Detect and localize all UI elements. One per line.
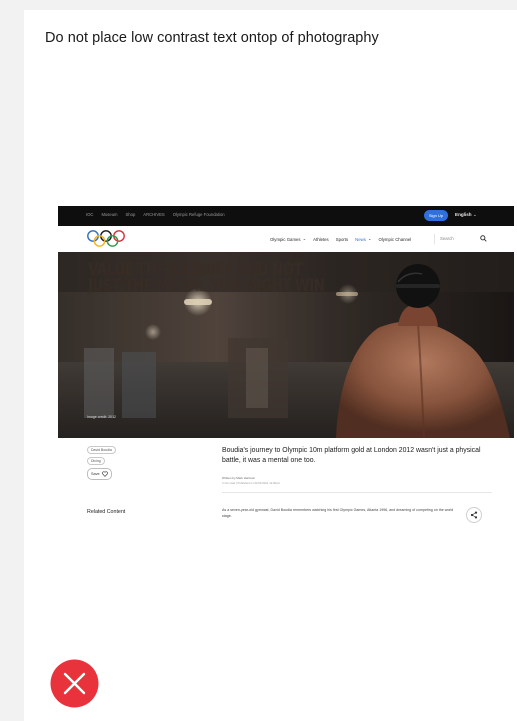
hero-credit: Image credit: 2012 xyxy=(87,415,116,419)
save-button[interactable]: Save xyxy=(87,468,112,480)
article-tags: David Boudia Diving Save xyxy=(87,446,116,480)
utility-bar: IOC Museum Shop ARCHIVES Olympic Refuge … xyxy=(58,206,514,226)
hero-headline: VALUE THE JOURNEY AND NOT JUST THE MEDAL… xyxy=(88,260,325,295)
olympic-rings-logo[interactable] xyxy=(86,229,126,249)
related-content-heading: Related Content xyxy=(87,509,126,515)
article-byline: Written by Mark Harrison xyxy=(222,476,256,480)
nav-item-olympic-games[interactable]: Olympic Games xyxy=(270,237,301,242)
utility-link[interactable]: Museum xyxy=(101,212,117,217)
nav-item-sports[interactable]: Sports xyxy=(336,237,348,242)
chevron-down-icon: ⌄ xyxy=(367,236,372,241)
divider xyxy=(222,492,492,493)
signup-button[interactable]: Sign Up xyxy=(424,210,448,221)
nav-items: Olympic Games ⌄ Athletes Sports News ⌄ O… xyxy=(270,236,411,242)
share-button[interactable] xyxy=(466,507,482,523)
search-placeholder: Search xyxy=(440,236,454,241)
main-nav: Olympic Games ⌄ Athletes Sports News ⌄ O… xyxy=(58,226,514,253)
utility-link[interactable]: ARCHIVES xyxy=(143,212,164,217)
guideline-caption: Do not place low contrast text ontop of … xyxy=(45,30,379,46)
tag-chip[interactable]: Diving xyxy=(87,457,105,465)
language-selector[interactable]: English xyxy=(455,212,477,218)
chevron-down-icon: ⌄ xyxy=(302,236,307,241)
nav-item-athletes[interactable]: Athletes xyxy=(313,237,329,242)
hero-image: VALUE THE JOURNEY AND NOT JUST THE MEDAL… xyxy=(58,252,514,438)
nav-item-olympic-channel[interactable]: Olympic Channel xyxy=(378,237,411,242)
save-label: Save xyxy=(91,472,100,476)
utility-links: IOC Museum Shop ARCHIVES Olympic Refuge … xyxy=(86,212,225,217)
nav-item-news[interactable]: News xyxy=(355,237,366,242)
incorrect-x-icon xyxy=(50,659,99,708)
tag-chip[interactable]: David Boudia xyxy=(87,446,116,454)
nav-search[interactable]: Search xyxy=(434,234,491,244)
utility-link[interactable]: IOC xyxy=(86,212,93,217)
utility-link[interactable]: Shop xyxy=(126,212,136,217)
utility-link[interactable]: Olympic Refuge Foundation xyxy=(173,212,225,217)
article-meta: 4 min read | Published on 01/01/2021 12:… xyxy=(222,481,281,485)
example-card: Do not place low contrast text ontop of … xyxy=(24,10,517,721)
article-body: As a seven-year-old gymnast, David Boudi… xyxy=(222,508,454,518)
website-screenshot: IOC Museum Shop ARCHIVES Olympic Refuge … xyxy=(58,206,514,524)
heart-icon xyxy=(101,471,108,477)
search-icon[interactable] xyxy=(480,235,487,242)
share-icon xyxy=(470,511,478,519)
article-title: Boudia's journey to Olympic 10m platform… xyxy=(222,447,481,464)
